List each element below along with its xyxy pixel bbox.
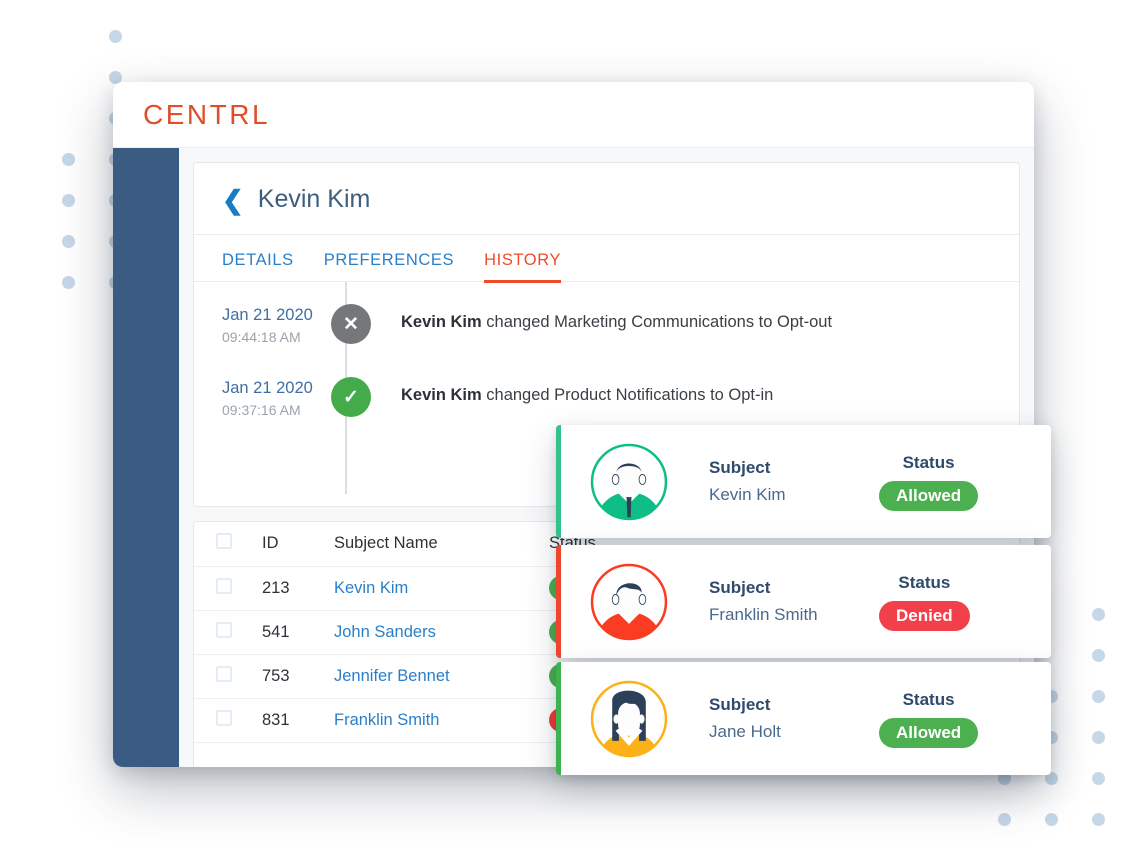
subject-field: Subject Kevin Kim — [709, 458, 879, 505]
status-badge: Denied — [879, 600, 970, 631]
cell-subject-name[interactable]: Kevin Kim — [324, 566, 539, 611]
cell-subject-name[interactable]: Franklin Smith — [324, 698, 539, 743]
subject-card-kevin-kim[interactable]: Subject Kevin Kim Status Allowed — [556, 425, 1051, 538]
subject-card-jane-holt[interactable]: Subject Jane Holt Status Allowed — [556, 662, 1051, 775]
status-badge: Allowed — [879, 480, 979, 511]
subject-field: Subject Jane Holt — [709, 695, 879, 742]
close-circle-icon: ✕ — [331, 304, 371, 344]
dot — [62, 153, 75, 166]
dot — [62, 194, 75, 207]
dot — [1092, 731, 1105, 744]
dot — [1092, 772, 1105, 785]
dot — [1092, 608, 1105, 621]
timeline-entry-actor: Kevin Kim — [401, 386, 482, 404]
dot — [1045, 813, 1058, 826]
cell-subject-name[interactable]: John Sanders — [324, 610, 539, 655]
timeline-entry-datetime: Jan 21 2020 09:37:16 AM — [222, 377, 317, 418]
timeline-entry-detail: changed Product Notifications to Opt-in — [481, 386, 774, 404]
tab-history[interactable]: HISTORY — [484, 251, 562, 283]
status-badge: Allowed — [879, 717, 979, 748]
timeline-entry-time: 09:37:16 AM — [222, 402, 301, 418]
detail-header: ❮ Kevin Kim — [194, 163, 1019, 235]
timeline-entry-date: Jan 21 2020 — [222, 306, 313, 324]
status-label: Status — [898, 572, 951, 592]
subject-card-franklin-smith[interactable]: Subject Franklin Smith Status Denied — [556, 545, 1051, 658]
timeline-entry-detail: changed Marketing Communications to Opt-… — [481, 313, 833, 331]
left-sidebar[interactable] — [113, 148, 179, 767]
cell-id: 753 — [252, 654, 324, 699]
dot — [1092, 813, 1105, 826]
status-field: Status Denied — [879, 573, 970, 631]
row-checkbox[interactable] — [216, 621, 232, 638]
cell-subject-name[interactable]: Jennifer Bennet — [324, 654, 539, 699]
subject-value: Kevin Kim — [709, 485, 786, 504]
male-avatar-icon — [590, 443, 668, 520]
timeline-entry-actor: Kevin Kim — [401, 313, 482, 331]
column-header-id[interactable]: ID — [252, 522, 324, 567]
timeline-entry-date: Jan 21 2020 — [222, 379, 313, 397]
timeline-entry-datetime: Jan 21 2020 09:44:18 AM — [222, 304, 317, 345]
dot — [1092, 690, 1105, 703]
timeline-entry-text: Kevin Kim changed Marketing Communicatio… — [401, 304, 832, 332]
column-header-subject-name[interactable]: Subject Name — [324, 522, 539, 567]
timeline-entry-text: Kevin Kim changed Product Notifications … — [401, 377, 773, 405]
cell-id: 541 — [252, 610, 324, 655]
timeline-entry-time: 09:44:18 AM — [222, 329, 301, 345]
status-label: Status — [902, 452, 955, 472]
status-label: Status — [902, 689, 955, 709]
status-field: Status Allowed — [879, 689, 979, 748]
subject-value: Jane Holt — [709, 722, 781, 741]
dot — [62, 235, 75, 248]
female-avatar-icon — [590, 680, 668, 757]
subject-field: Subject Franklin Smith — [709, 578, 879, 625]
tabbar: DETAILS PREFERENCES HISTORY — [194, 235, 1019, 283]
row-checkbox[interactable] — [216, 709, 232, 726]
dot — [998, 813, 1011, 826]
chevron-left-icon[interactable]: ❮ — [222, 187, 244, 213]
subject-label: Subject — [709, 695, 771, 714]
row-select-cell — [194, 654, 252, 699]
subject-label: Subject — [709, 458, 771, 477]
row-select-cell — [194, 698, 252, 743]
row-select-cell — [194, 566, 252, 611]
select-all-checkbox[interactable] — [216, 533, 232, 550]
dot — [109, 30, 122, 43]
status-field: Status Allowed — [879, 452, 979, 511]
subject-value: Franklin Smith — [709, 605, 818, 624]
screenshot-stage: CENTRL ❮ Kevin Kim DETAILS PREFERENCES H… — [0, 0, 1147, 854]
select-all-header — [194, 522, 252, 567]
tab-preferences[interactable]: PREFERENCES — [324, 251, 454, 283]
cell-id: 213 — [252, 566, 324, 611]
timeline-entry: Jan 21 2020 09:44:18 AM ✕ Kevin Kim chan… — [222, 304, 991, 345]
timeline-entry: Jan 21 2020 09:37:16 AM ✓ Kevin Kim chan… — [222, 377, 991, 418]
row-checkbox[interactable] — [216, 665, 232, 682]
row-checkbox[interactable] — [216, 577, 232, 594]
male-avatar-icon — [590, 563, 668, 640]
app-topbar: CENTRL — [113, 82, 1034, 148]
row-select-cell — [194, 610, 252, 655]
dot — [1092, 649, 1105, 662]
page-title: Kevin Kim — [257, 185, 371, 213]
check-circle-icon: ✓ — [331, 377, 371, 417]
tab-details[interactable]: DETAILS — [222, 251, 294, 283]
subject-label: Subject — [709, 578, 771, 597]
cell-id: 831 — [252, 698, 324, 743]
brand-logo[interactable]: CENTRL — [143, 99, 270, 131]
dot — [62, 276, 75, 289]
